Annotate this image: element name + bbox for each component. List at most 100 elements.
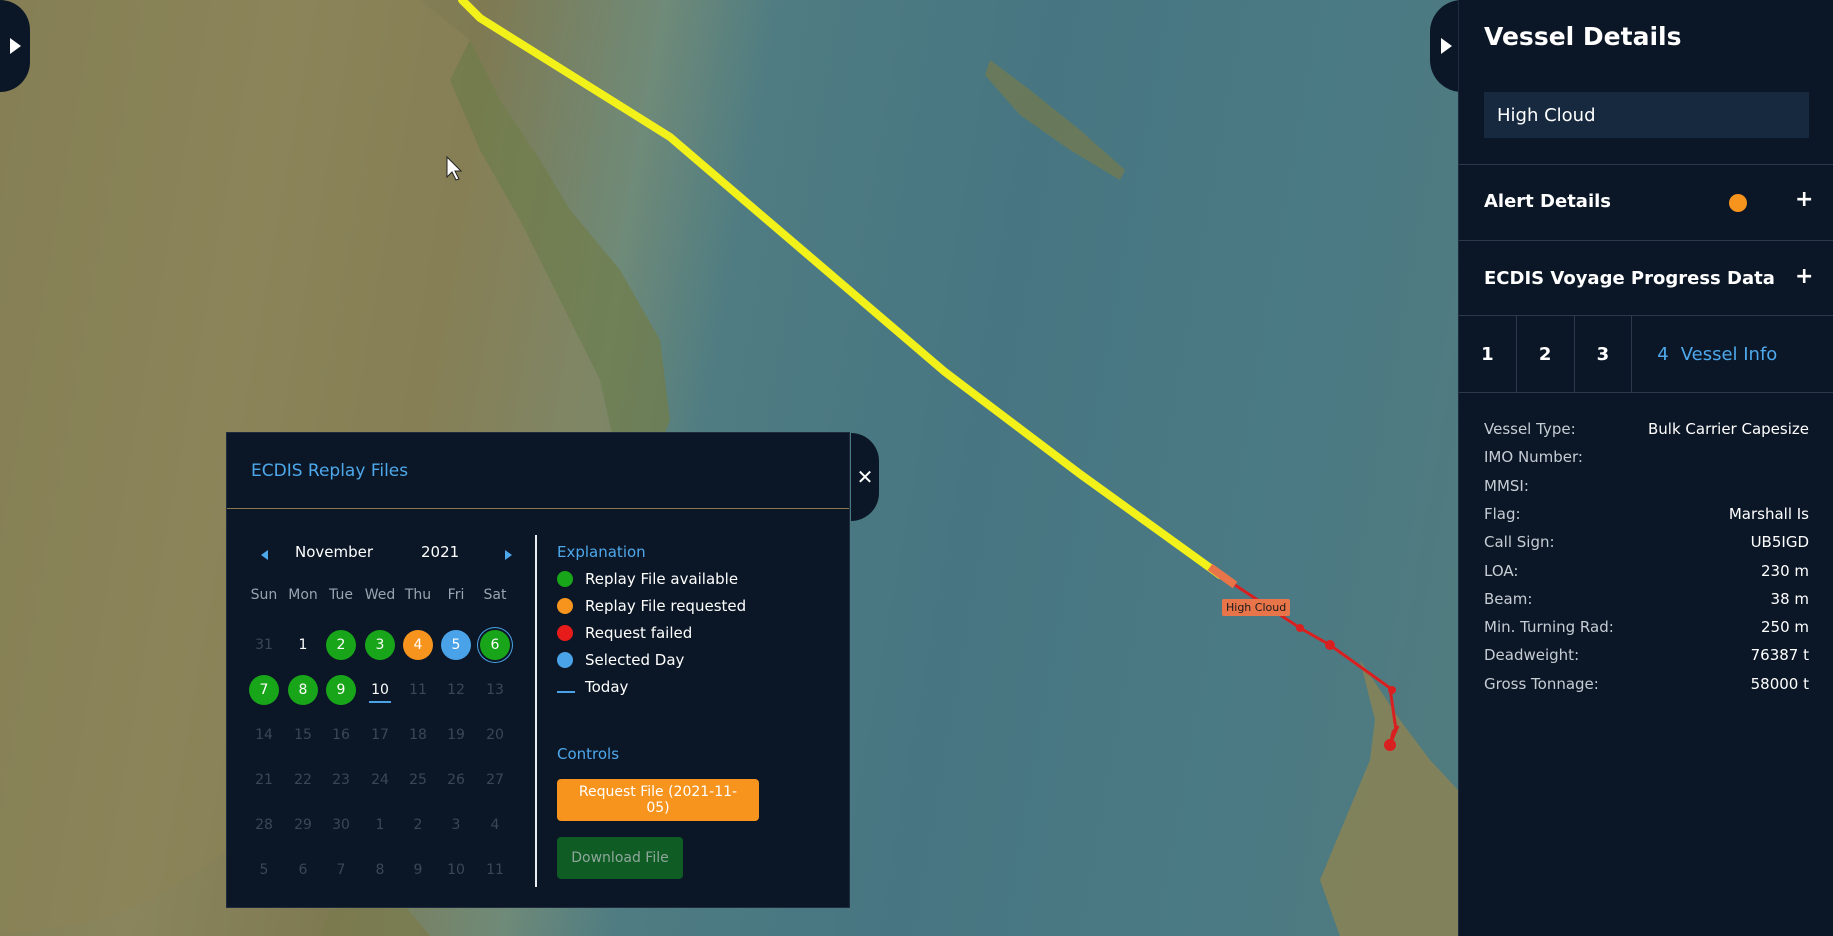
calendar-year: 2021: [421, 543, 460, 561]
legend-label: Today: [585, 678, 629, 696]
info-key: MMSI:: [1484, 476, 1529, 495]
info-key: Beam:: [1484, 589, 1533, 608]
next-month-button[interactable]: [505, 545, 512, 565]
tab-2[interactable]: 2: [1517, 316, 1575, 392]
alert-details-header[interactable]: Alert Details: [1484, 191, 1611, 212]
info-row: Deadweight: 76387 t: [1484, 646, 1809, 664]
vessel-map-label[interactable]: High Cloud: [1222, 599, 1291, 616]
calendar-day[interactable]: 8: [365, 855, 395, 885]
new-caledonia-island: [985, 60, 1125, 180]
calendar-day[interactable]: 20: [480, 720, 510, 750]
prev-month-button[interactable]: [261, 545, 268, 565]
calendar-day[interactable]: 5: [249, 855, 279, 885]
ecdis-progress-header[interactable]: ECDIS Voyage Progress Data: [1484, 268, 1775, 289]
calendar-day[interactable]: 29: [288, 810, 318, 840]
calendar-day[interactable]: 13: [480, 675, 510, 705]
calendar-day[interactable]: 6: [288, 855, 318, 885]
calendar-day[interactable]: 28: [249, 810, 279, 840]
info-key: Vessel Type:: [1484, 420, 1576, 438]
info-row: IMO Number:: [1484, 448, 1809, 466]
info-value: Marshall Is: [1728, 504, 1809, 523]
legend-selected: Selected Day: [557, 651, 684, 669]
close-icon: ✕: [856, 465, 874, 489]
info-row: Beam: 38 m: [1484, 590, 1809, 608]
calendar-day[interactable]: 16: [326, 720, 356, 750]
underline-icon: [557, 691, 575, 693]
calendar-day[interactable]: 8: [288, 675, 318, 705]
calendar-day[interactable]: 24: [365, 765, 395, 795]
info-tabs: 1 2 3 4 Vessel Info: [1459, 316, 1833, 392]
info-key: Gross Tonnage:: [1484, 674, 1599, 693]
calendar-day[interactable]: 9: [403, 855, 433, 885]
calendar-day[interactable]: 1: [288, 630, 318, 660]
calendar-day[interactable]: 6: [480, 630, 510, 660]
weekday-label: Sun: [250, 587, 278, 603]
calendar-day[interactable]: 3: [365, 630, 395, 660]
calendar-day[interactable]: 7: [249, 675, 279, 705]
download-file-button[interactable]: Download File: [557, 837, 683, 879]
calendar-day[interactable]: 21: [249, 765, 279, 795]
calendar-day[interactable]: 4: [480, 810, 510, 840]
calendar-day[interactable]: 5: [441, 630, 471, 660]
calendar-day[interactable]: 4: [403, 630, 433, 660]
legend-available: Replay File available: [557, 570, 738, 588]
calendar-day[interactable]: 19: [441, 720, 471, 750]
info-value: 230 m: [1760, 561, 1809, 580]
calendar-day[interactable]: 26: [441, 765, 471, 795]
blue-dot-icon: [557, 652, 573, 668]
calendar-day[interactable]: 1: [365, 810, 395, 840]
expand-arrow-icon: [9, 38, 21, 54]
explanation-title: Explanation: [557, 543, 646, 561]
info-key: IMO Number:: [1484, 448, 1583, 467]
calendar-day[interactable]: 18: [403, 720, 433, 750]
info-key: Flag:: [1484, 504, 1521, 523]
calendar-day[interactable]: 25: [403, 765, 433, 795]
info-row: MMSI:: [1484, 477, 1809, 495]
calendar-day[interactable]: 15: [288, 720, 318, 750]
vessel-name-input[interactable]: [1484, 92, 1809, 138]
info-key: Deadweight:: [1484, 646, 1580, 665]
calendar-day[interactable]: 11: [480, 855, 510, 885]
calendar-day[interactable]: 12: [441, 675, 471, 705]
info-key: Min. Turning Rad:: [1484, 618, 1614, 637]
calendar-day[interactable]: 22: [288, 765, 318, 795]
tab-label: Vessel Info: [1680, 343, 1778, 365]
map-view[interactable]: High Cloud ECDIS Replay Files ✕ November…: [0, 0, 1458, 936]
calendar-day[interactable]: 7: [326, 855, 356, 885]
calendar-day[interactable]: 17: [365, 720, 395, 750]
plus-icon: +: [1795, 187, 1814, 212]
calendar-day[interactable]: 23: [326, 765, 356, 795]
track-segment-orange: [1207, 563, 1238, 589]
calendar-day[interactable]: 31: [249, 630, 279, 660]
track-point: [1296, 624, 1304, 632]
calendar-day[interactable]: 11: [403, 675, 433, 705]
calendar-day[interactable]: 9: [326, 675, 356, 705]
calendar-day[interactable]: 10: [365, 675, 395, 705]
section-divider: [535, 535, 537, 887]
calendar-month: November: [295, 543, 374, 561]
expand-ecdis-progress-button[interactable]: +: [1795, 264, 1813, 289]
weekday-label: Sat: [483, 587, 507, 603]
new-zealand-landmass: [1320, 660, 1458, 936]
tab-vessel-info[interactable]: 4 Vessel Info: [1632, 316, 1833, 392]
divider: [1459, 240, 1833, 241]
legend-requested: Replay File requested: [557, 597, 746, 615]
request-file-button[interactable]: Request File (2021-11-05): [557, 779, 759, 821]
weekday-label: Mon: [288, 587, 318, 603]
calendar-day[interactable]: 14: [249, 720, 279, 750]
red-dot-icon: [557, 625, 573, 641]
tab-3[interactable]: 3: [1575, 316, 1633, 392]
calendar-day[interactable]: 2: [326, 630, 356, 660]
calendar-day[interactable]: 30: [326, 810, 356, 840]
expand-alert-details-button[interactable]: +: [1795, 187, 1813, 212]
chevron-right-icon: [505, 550, 512, 560]
legend-label: Selected Day: [585, 651, 685, 669]
calendar-day[interactable]: 2: [403, 810, 433, 840]
plus-icon: +: [1795, 264, 1814, 289]
calendar-day[interactable]: 3: [441, 810, 471, 840]
info-row: Flag: Marshall Is: [1484, 505, 1809, 523]
legend-failed: Request failed: [557, 624, 692, 642]
calendar-day[interactable]: 27: [480, 765, 510, 795]
calendar-day[interactable]: 10: [441, 855, 471, 885]
tab-1[interactable]: 1: [1459, 316, 1517, 392]
